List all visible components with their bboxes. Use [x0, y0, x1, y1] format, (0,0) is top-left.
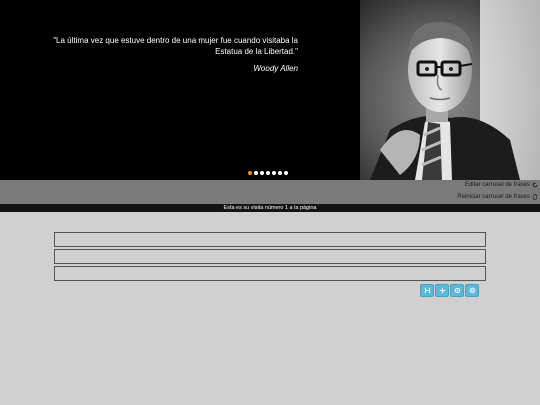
- carousel-controls: Editar carrusel de frases Reiniciar carr…: [0, 180, 540, 204]
- reset-carousel-label: Reiniciar carrusel de frases: [457, 194, 530, 200]
- carousel-dot[interactable]: [266, 171, 270, 175]
- reset-carousel-link[interactable]: Reiniciar carrusel de frases: [457, 194, 538, 200]
- carousel-dot[interactable]: [260, 171, 264, 175]
- input-field-1[interactable]: [54, 232, 486, 247]
- author-portrait: [360, 0, 540, 180]
- gear-icon: [454, 287, 460, 294]
- compress-button[interactable]: [420, 284, 434, 297]
- quote-text: "La última vez que estuve dentro de una …: [53, 36, 298, 56]
- carousel-dot[interactable]: [284, 171, 288, 175]
- carousel-dots: [248, 171, 288, 175]
- carousel-dot[interactable]: [278, 171, 282, 175]
- compress-icon: [424, 287, 430, 294]
- form-fields: [54, 232, 486, 283]
- carousel-dot[interactable]: [272, 171, 276, 175]
- edit-carousel-link[interactable]: Editar carrusel de frases: [465, 182, 538, 188]
- target-button[interactable]: [465, 284, 479, 297]
- plus-icon: [439, 287, 445, 294]
- add-button[interactable]: [435, 284, 449, 297]
- refresh-icon: [532, 182, 538, 188]
- edit-carousel-label: Editar carrusel de frases: [464, 182, 530, 188]
- sync-icon: [532, 194, 538, 200]
- input-field-3[interactable]: [54, 266, 486, 281]
- visit-counter: Esta es su visita número 1 a la página: [0, 204, 540, 212]
- quote-author: Woody Allen: [253, 64, 298, 73]
- carousel-dot[interactable]: [248, 171, 252, 175]
- input-field-2[interactable]: [54, 249, 486, 264]
- settings-button[interactable]: [450, 284, 464, 297]
- action-buttons: [420, 284, 479, 297]
- carousel-dot[interactable]: [254, 171, 258, 175]
- target-icon: [469, 287, 475, 294]
- quote-carousel: "La última vez que estuve dentro de una …: [0, 0, 540, 180]
- quote-box: "La última vez que estuve dentro de una …: [30, 35, 298, 74]
